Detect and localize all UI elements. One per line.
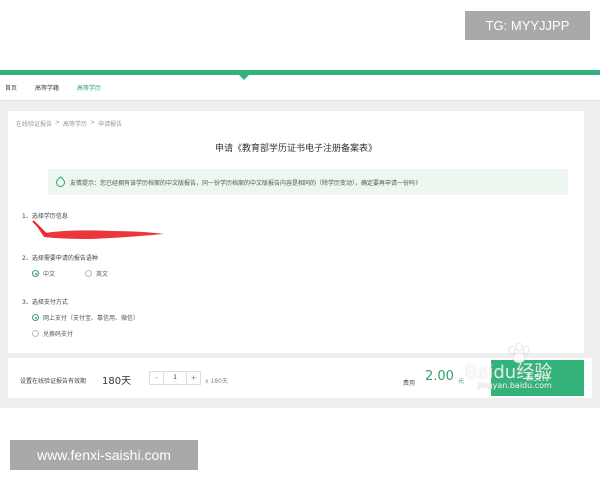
breadcrumb-separator: > <box>55 119 61 126</box>
validity-label: 设置在线验证报告有效期 <box>20 378 87 385</box>
language-options: 中文 英文 <box>32 269 108 278</box>
section-payment: 3、选择支付方式 <box>22 299 68 306</box>
payment-option-code[interactable]: 兑换码支付 <box>32 329 73 338</box>
fee-unit: 元 <box>458 378 465 385</box>
nav-item-home[interactable]: 首页 <box>5 83 17 92</box>
radio-checked-icon[interactable] <box>32 270 39 277</box>
breadcrumb-separator: > <box>90 119 96 126</box>
nav-item-enrollment[interactable]: 高等学籍 <box>35 83 59 92</box>
fee-label: 费用 <box>403 380 416 387</box>
increment-button[interactable]: + <box>186 372 200 384</box>
radio-checked-icon[interactable] <box>32 314 39 321</box>
tip-label: 友情提示：您已经拥有该学历档案的中文版报告，同一份学历档案的中文版报告内容是相同… <box>70 179 419 187</box>
baidu-watermark-url: jingyan.baidu.com <box>478 381 552 390</box>
payment-option-online[interactable]: 网上支付（支付宝、靠信用、微信） <box>32 313 139 322</box>
language-option-chinese[interactable]: 中文 <box>32 269 55 278</box>
validity-value: 180天 <box>102 376 132 387</box>
radio-icon[interactable] <box>85 270 93 277</box>
language-option-english[interactable]: 英文 <box>85 269 108 278</box>
breadcrumb-item[interactable]: 在线验证报告 <box>16 119 52 128</box>
fee-amount: 2.00 <box>425 369 454 384</box>
page-title: 申请《教育部学历证书电子注册备案表》 <box>214 144 377 154</box>
option-label: 兑换码支付 <box>43 331 74 338</box>
tip-icon <box>54 175 67 189</box>
watermark-bottom: www.fenxi-saishi.com <box>10 440 198 470</box>
top-nav: 首页 高等学籍 高等学历 <box>0 75 600 101</box>
quantity-input[interactable]: 1 <box>164 372 186 384</box>
watermark-top: TG: MYYJJPP <box>465 11 590 40</box>
redaction-scribble <box>32 220 164 239</box>
option-label: 中文 <box>43 271 56 278</box>
breadcrumb-item: 申请报告 <box>98 121 123 128</box>
breadcrumb-item[interactable]: 高等学历 <box>63 119 87 128</box>
breadcrumb: 在线验证报告 > 高等学历 > 申请报告 <box>16 119 122 128</box>
radio-icon[interactable] <box>32 330 39 337</box>
application-card: 在线验证报告 > 高等学历 > 申请报告 申请《教育部学历证书电子注册备案表》 … <box>8 111 584 353</box>
quantity-stepper: - 1 + <box>149 371 201 385</box>
duration-multiplier: x 180天 <box>205 378 228 385</box>
active-nav-indicator <box>239 75 249 80</box>
friendly-tip: 友情提示：您已经拥有该学历档案的中文版报告，同一份学历档案的中文版报告内容是相同… <box>48 169 568 195</box>
section-language: 2、选择需要申请的报告语种 <box>22 255 98 262</box>
option-label: 英文 <box>96 271 109 278</box>
decrement-button[interactable]: - <box>150 372 164 384</box>
option-label: 网上支付（支付宝、靠信用、微信） <box>43 315 140 322</box>
nav-item-degree[interactable]: 高等学历 <box>77 83 101 92</box>
